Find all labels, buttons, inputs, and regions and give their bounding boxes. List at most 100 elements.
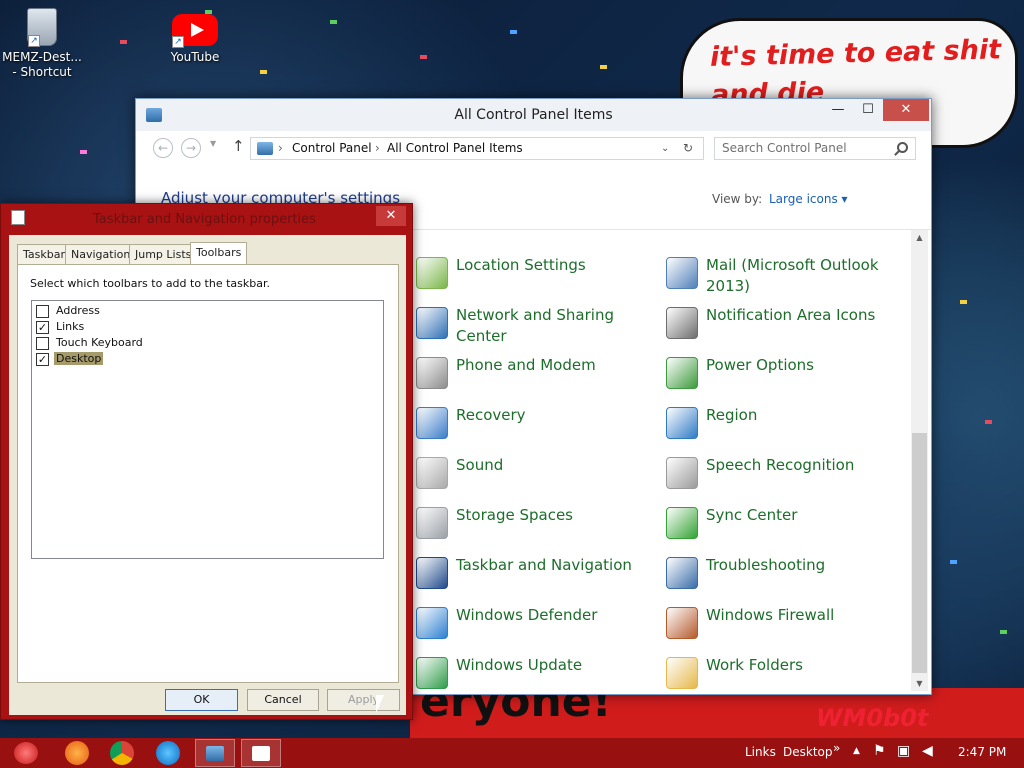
recent-dropdown-icon[interactable]: ▼: [210, 139, 216, 148]
confetti: [80, 150, 87, 154]
sync-icon: [666, 507, 698, 539]
desktop-icon-label: MEMZ-Dest... - Shortcut: [2, 50, 82, 79]
taskbar-properties[interactable]: [241, 739, 281, 767]
update-icon: [416, 657, 448, 689]
toolbars-list: Address ✓ Links Touch Keyboard ✓ Desktop: [31, 300, 384, 559]
scroll-thumb[interactable]: [912, 433, 927, 673]
taskbar-properties-dialog: Taskbar and Navigation properties ✕ Task…: [0, 203, 413, 720]
breadcrumb-separator: ›: [375, 141, 380, 155]
network-icon[interactable]: ▣: [897, 743, 910, 759]
cp-item-label: Power Options: [706, 356, 814, 374]
breadcrumb-control-panel[interactable]: Control Panel: [292, 141, 372, 155]
cp-item-label: Taskbar and Navigation: [456, 556, 632, 574]
tab-taskbar[interactable]: Taskbar: [17, 244, 71, 264]
cp-item-label: Windows Firewall: [706, 606, 835, 624]
toolbars-tab-page: Select which toolbars to add to the task…: [17, 264, 399, 683]
checkbox[interactable]: ✓: [36, 321, 49, 334]
refresh-icon[interactable]: ↻: [683, 141, 693, 155]
vertical-scrollbar[interactable]: ▲ ▼: [911, 230, 928, 691]
back-button[interactable]: ←: [153, 138, 173, 158]
dialog-title: Taskbar and Navigation properties: [93, 212, 316, 227]
cp-item-label: Network and Sharing Center: [456, 306, 614, 345]
confetti: [960, 300, 967, 304]
toolbar-chevron-icon[interactable]: »: [833, 741, 840, 755]
cancel-button[interactable]: Cancel: [247, 689, 319, 711]
cp-item-label: Troubleshooting: [706, 556, 826, 574]
ok-button[interactable]: OK: [165, 689, 238, 711]
taskbar-control-panel[interactable]: [195, 739, 235, 767]
dialog-close-button[interactable]: ✕: [376, 206, 406, 226]
search-input[interactable]: Search Control Panel: [714, 137, 916, 160]
confetti: [420, 55, 427, 59]
window-title: All Control Panel Items: [454, 107, 613, 123]
tab-navigation[interactable]: Navigation: [65, 244, 137, 264]
maximize-button[interactable]: ☐: [853, 99, 883, 121]
taskbar-properties-icon: [11, 210, 25, 225]
storage-icon: [416, 507, 448, 539]
links-toolbar[interactable]: Links: [745, 745, 776, 759]
forward-button[interactable]: →: [181, 138, 201, 158]
chevron-down-icon[interactable]: ⌄: [661, 143, 669, 154]
confetti: [600, 65, 607, 69]
desktop-toolbar[interactable]: Desktop: [783, 745, 833, 759]
checkbox[interactable]: ✓: [36, 353, 49, 366]
power-icon: [666, 357, 698, 389]
taskbar-icon: [416, 557, 448, 589]
control-panel-icon: [257, 142, 273, 155]
mail-icon: [666, 257, 698, 289]
folder-icon: [666, 657, 698, 689]
view-by-dropdown[interactable]: Large icons ▾: [769, 192, 848, 206]
confetti: [260, 70, 267, 74]
taskbar: Links Desktop » ▲ ⚑ ▣ ◀ 2:47 PM: [0, 738, 1024, 768]
tab-jump-lists[interactable]: Jump Lists: [129, 244, 198, 264]
confetti: [1000, 630, 1007, 634]
tab-toolbars[interactable]: Toolbars: [190, 242, 248, 265]
firewall-icon: [666, 607, 698, 639]
recycle-bin-icon: ↗: [27, 8, 57, 47]
checkbox[interactable]: [36, 337, 49, 350]
checkbox[interactable]: [36, 305, 49, 318]
cp-item-label: Location Settings: [456, 256, 586, 274]
start-button[interactable]: [14, 742, 38, 764]
defender-icon: [416, 607, 448, 639]
cp-item-label: Storage Spaces: [456, 506, 573, 524]
up-button[interactable]: ↑: [232, 137, 245, 155]
region-icon: [666, 407, 698, 439]
scroll-down-icon[interactable]: ▼: [911, 679, 928, 688]
confetti: [985, 420, 992, 424]
desktop-icon-label: YouTube: [170, 50, 220, 64]
banner-tag: WM0b0t: [816, 704, 929, 732]
title-bar[interactable]: All Control Panel Items — ☐ ✕: [136, 99, 931, 131]
toolbar-label: Touch Keyboard: [56, 336, 143, 349]
location-icon: [416, 257, 448, 289]
toolbar-label: Desktop: [54, 352, 104, 365]
scroll-up-icon[interactable]: ▲: [911, 233, 928, 242]
toolbar-label: Links: [56, 320, 85, 333]
firefox-icon[interactable]: [65, 741, 89, 765]
microphone-icon: [666, 457, 698, 489]
confetti: [330, 20, 337, 24]
cp-item-label: Phone and Modem: [456, 356, 596, 374]
close-button[interactable]: ✕: [883, 99, 929, 121]
tray-expand-icon[interactable]: ▲: [853, 746, 860, 756]
chrome-icon[interactable]: [110, 741, 134, 765]
flag-icon[interactable]: ⚑: [873, 743, 886, 759]
address-bar[interactable]: › Control Panel › All Control Panel Item…: [250, 137, 704, 160]
volume-muted-icon[interactable]: ◀: [922, 743, 933, 759]
cp-item-label: Windows Defender: [456, 606, 598, 624]
cp-item-label: Mail (Microsoft Outlook 2013): [706, 256, 879, 295]
apply-button[interactable]: Apply: [327, 689, 400, 711]
breadcrumb-separator: ›: [278, 141, 283, 155]
search-icon: [897, 142, 908, 153]
minimize-button[interactable]: —: [823, 99, 853, 121]
notification-icon: [666, 307, 698, 339]
cp-item-label: Recovery: [456, 406, 526, 424]
clock[interactable]: 2:47 PM: [958, 745, 1006, 759]
breadcrumb-all-items[interactable]: All Control Panel Items: [387, 141, 523, 155]
cp-item-label: Sound: [456, 456, 504, 474]
edge-icon[interactable]: [156, 741, 180, 765]
dialog-title-bar[interactable]: Taskbar and Navigation properties ✕: [1, 204, 412, 232]
confetti: [120, 40, 127, 44]
desktop-icon-memz-shortcut[interactable]: ↗ MEMZ-Dest... - Shortcut: [2, 8, 82, 80]
desktop-icon-youtube[interactable]: ↗ YouTube: [155, 8, 235, 65]
